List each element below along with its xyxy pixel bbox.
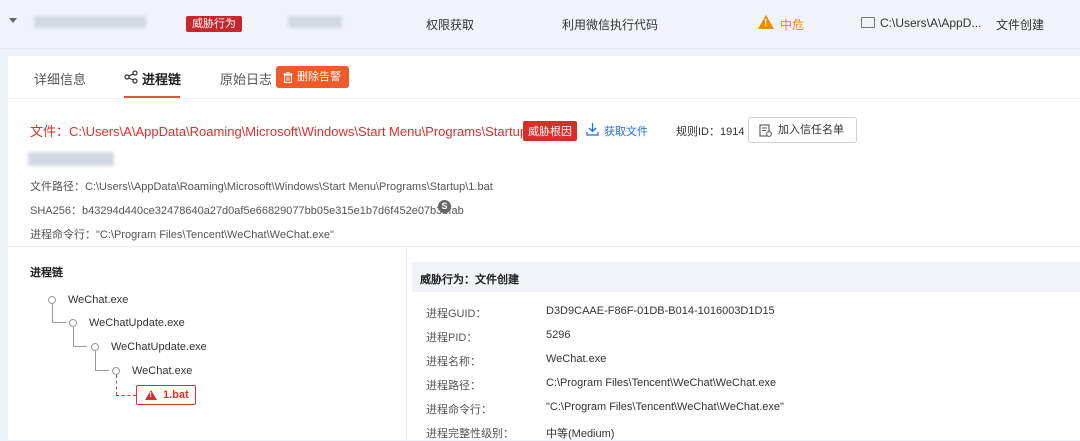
trust-list-icon <box>759 123 772 137</box>
column-divider <box>406 246 407 440</box>
folder-icon <box>861 17 875 28</box>
tree-node-dot <box>112 367 120 375</box>
fetch-file-link[interactable]: 获取文件 <box>604 123 648 139</box>
technique-label: 利用微信执行代码 <box>562 18 659 32</box>
process-guid-label: 进程GUID： <box>426 308 487 320</box>
warning-triangle-icon: ! <box>145 390 157 400</box>
process-chain-title: 进程链 <box>30 267 63 279</box>
add-trust-list-label: 加入信任名单 <box>778 124 844 136</box>
tree-leaf-bat[interactable]: ! 1.bat <box>136 385 196 405</box>
tree-node-dot <box>69 319 77 327</box>
file-title: 文件：C:\Users\A\AppData\Roaming\Microsoft\… <box>30 124 560 139</box>
risk-level: 中危 <box>780 18 805 32</box>
process-pid-label: 进程PID： <box>426 332 478 344</box>
tree-connector <box>52 304 53 322</box>
delete-alert-label: 删除告警 <box>297 71 341 83</box>
detail-header-bar: 威胁行为：文件创建 <box>412 262 1080 292</box>
process-cmdline-label: 进程命令行： <box>426 404 492 416</box>
rule-id: 规则ID：1914 <box>676 126 745 138</box>
tab-bar: 详细信息 进程链 原始日志 删除告警 <box>8 56 1080 99</box>
tree-leaf-label: 1.bat <box>163 389 189 401</box>
tree-connector <box>95 351 96 370</box>
process-pid-value: 5296 <box>546 329 571 341</box>
process-chain-icon <box>124 70 138 84</box>
process-path-label: 进程路径： <box>426 380 481 392</box>
integrity-level-label: 进程完整性级别： <box>426 428 514 440</box>
alert-detail-panel: 详细信息 进程链 原始日志 删除告警 文件：C:\Users\A\AppData… <box>8 56 1080 440</box>
tab-details[interactable]: 详细信息 <box>34 69 86 88</box>
file-path-short: C:\Users\A\AppD... <box>880 16 982 30</box>
tree-connector <box>73 346 87 347</box>
process-name-value: WeChat.exe <box>546 353 607 365</box>
alert-summary-row[interactable]: 威胁行为 权限获取 利用微信执行代码 ! 中危 C:\Users\A\AppD.… <box>0 0 1080 49</box>
tactic-label: 权限获取 <box>426 18 475 32</box>
event-type: 文件创建 <box>996 18 1045 32</box>
threat-badge: 威胁行为 <box>186 16 242 32</box>
redacted-file-name <box>28 152 114 166</box>
tab-raw-log[interactable]: 原始日志 <box>220 69 272 88</box>
detail-header: 威胁行为：文件创建 <box>420 274 519 286</box>
integrity-level-value: 中等(Medium) <box>546 428 615 440</box>
process-command-line: 进程命令行："C:\Program Files\Tencent\WeChat\W… <box>30 229 334 241</box>
tree-node-1[interactable]: WeChat.exe <box>68 294 128 306</box>
download-icon[interactable] <box>586 122 599 136</box>
warning-triangle-icon: ! <box>758 15 774 29</box>
active-tab-indicator <box>124 96 180 98</box>
tree-node-2[interactable]: WeChatUpdate.exe <box>89 317 185 329</box>
tree-connector <box>73 327 74 346</box>
tree-connector <box>52 322 66 323</box>
root-cause-badge: 威胁根因 <box>523 121 577 141</box>
expand-caret-icon[interactable] <box>9 18 17 23</box>
tree-node-3[interactable]: WeChatUpdate.exe <box>111 341 207 353</box>
sha-search-icon[interactable]: S <box>438 200 451 213</box>
redacted-host <box>34 16 146 28</box>
tree-node-dot <box>48 296 56 304</box>
delete-alert-button[interactable]: 删除告警 <box>276 66 349 88</box>
sha256: SHA256：b43294d440ce32478640a27d0af5e6682… <box>30 205 464 217</box>
process-path-value: C:\Program Files\Tencent\WeChat\WeChat.e… <box>546 377 777 389</box>
tree-node-4[interactable]: WeChat.exe <box>132 365 192 377</box>
add-trust-list-button[interactable]: 加入信任名单 <box>748 117 857 143</box>
tree-connector-dashed <box>116 395 136 396</box>
tab-process-chain[interactable]: 进程链 <box>142 69 181 88</box>
tree-connector-dashed <box>116 375 117 395</box>
process-name-label: 进程名称： <box>426 356 481 368</box>
file-path: 文件路径：C:\Users\\AppData\Roaming\Microsoft… <box>30 181 493 193</box>
process-guid-value: D3D9CAAE-F86F-01DB-B014-1016003D1D15 <box>546 305 775 317</box>
trash-icon <box>283 71 293 83</box>
section-divider <box>8 246 1080 247</box>
redacted-user <box>288 16 342 28</box>
process-cmdline-value: "C:\Program Files\Tencent\WeChat\WeChat.… <box>546 401 784 413</box>
tree-node-dot <box>91 343 99 351</box>
tree-connector <box>95 370 109 371</box>
